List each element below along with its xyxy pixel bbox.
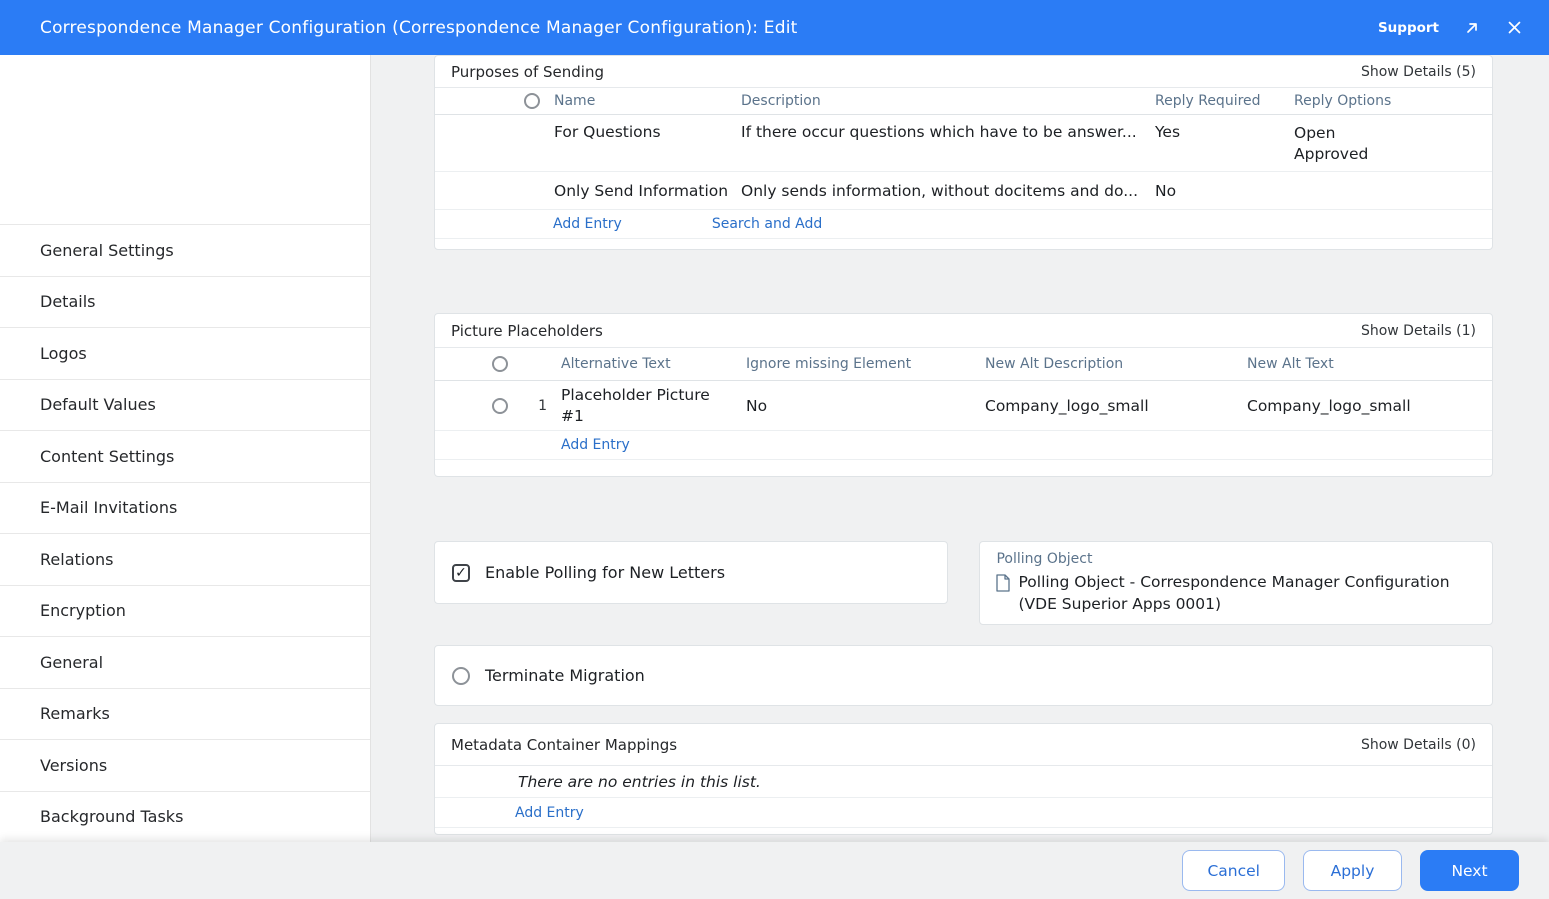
purposes-title: Purposes of Sending [451, 63, 604, 81]
placeholders-add-entry-link[interactable]: Add Entry [561, 437, 630, 453]
open-in-new-window-icon[interactable] [1463, 19, 1481, 37]
document-icon [996, 574, 1010, 596]
column-header-ignore-missing-element: Ignore missing Element [746, 356, 985, 372]
polling-object-panel: Polling Object Polling Object - Correspo… [979, 541, 1493, 625]
table-row[interactable]: For Questions If there occur questions w… [435, 115, 1492, 172]
table-row[interactable]: Only Send Information Only sends informa… [435, 172, 1492, 210]
header-actions: Support [1378, 19, 1523, 37]
sidebar-item-background-tasks[interactable]: Background Tasks [0, 792, 370, 843]
sidebar-item-remarks[interactable]: Remarks [0, 689, 370, 741]
picture-placeholders-panel: Picture Placeholders Show Details (1) Al… [434, 313, 1493, 477]
purposes-add-entry-link[interactable]: Add Entry [553, 216, 622, 232]
support-link[interactable]: Support [1378, 20, 1439, 36]
footer-bar: Cancel Apply Next [0, 842, 1549, 899]
placeholders-show-details-link[interactable]: Show Details (1) [1361, 323, 1476, 339]
body: General Settings Details Logos Default V… [0, 55, 1549, 842]
column-header-alternative-text: Alternative Text [561, 356, 746, 372]
next-button[interactable]: Next [1420, 850, 1519, 891]
polling-object-value: Polling Object - Correspondence Manager … [1018, 571, 1476, 615]
sidebar-item-email-invitations[interactable]: E-Mail Invitations [0, 483, 370, 535]
cell-name: For Questions [554, 123, 741, 141]
column-header-new-alt-text: New Alt Text [1247, 356, 1492, 372]
terminate-migration-checkbox[interactable] [452, 667, 470, 685]
table-row[interactable]: 1 Placeholder Picture #1 No Company_logo… [435, 381, 1492, 431]
column-header-reply-required: Reply Required [1155, 93, 1294, 109]
metadata-panel-header: Metadata Container Mappings Show Details… [435, 724, 1492, 766]
page-title: Correspondence Manager Configuration (Co… [40, 18, 798, 38]
purposes-show-details-link[interactable]: Show Details (5) [1361, 64, 1476, 80]
sidebar-item-details[interactable]: Details [0, 277, 370, 329]
column-header-new-alt-description: New Alt Description [985, 356, 1247, 372]
purposes-table-actions: Add Entry Search and Add [435, 210, 1492, 239]
sidebar-spacer [0, 55, 370, 225]
cell-reply-required: Yes [1155, 123, 1294, 141]
sidebar-item-encryption[interactable]: Encryption [0, 586, 370, 638]
metadata-table-actions: Add Entry [435, 798, 1492, 828]
sidebar-item-versions[interactable]: Versions [0, 740, 370, 792]
placeholders-select-all-checkbox[interactable] [492, 356, 508, 372]
close-icon[interactable] [1505, 19, 1523, 37]
polling-row: ✓ Enable Polling for New Letters Polling… [434, 541, 1493, 625]
metadata-empty-message: There are no entries in this list. [435, 766, 1492, 798]
cell-alternative-text: Placeholder Picture #1 [561, 385, 746, 427]
metadata-show-details-link[interactable]: Show Details (0) [1361, 737, 1476, 753]
cell-reply-options: Open Approved [1294, 123, 1492, 165]
polling-object-value-row[interactable]: Polling Object - Correspondence Manager … [996, 571, 1476, 615]
column-header-reply-options: Reply Options [1294, 93, 1492, 109]
purposes-panel-header: Purposes of Sending Show Details (5) [435, 56, 1492, 88]
purposes-of-sending-panel: Purposes of Sending Show Details (5) Nam… [434, 55, 1493, 250]
placeholders-column-header-row: Alternative Text Ignore missing Element … [435, 348, 1492, 381]
cell-new-alt-description: Company_logo_small [985, 397, 1247, 415]
placeholders-panel-header: Picture Placeholders Show Details (1) [435, 314, 1492, 348]
sidebar: General Settings Details Logos Default V… [0, 55, 371, 842]
purposes-column-header-row: Name Description Reply Required Reply Op… [435, 88, 1492, 115]
sidebar-item-general-settings[interactable]: General Settings [0, 225, 370, 277]
purposes-search-and-add-link[interactable]: Search and Add [712, 216, 822, 232]
cell-new-alt-text: Company_logo_small [1247, 397, 1492, 415]
sidebar-item-relations[interactable]: Relations [0, 534, 370, 586]
metadata-add-entry-link[interactable]: Add Entry [515, 805, 584, 821]
placeholders-title: Picture Placeholders [451, 322, 603, 340]
sidebar-item-general[interactable]: General [0, 637, 370, 689]
cancel-button[interactable]: Cancel [1182, 850, 1285, 891]
terminate-migration-panel: Terminate Migration [434, 645, 1493, 706]
apply-button[interactable]: Apply [1303, 850, 1402, 891]
placeholders-table-actions: Add Entry [435, 431, 1492, 460]
sidebar-item-default-values[interactable]: Default Values [0, 380, 370, 432]
row-checkbox[interactable] [492, 398, 508, 414]
enable-polling-panel: ✓ Enable Polling for New Letters [434, 541, 948, 604]
polling-object-label: Polling Object [996, 551, 1476, 567]
cell-description: If there occur questions which have to b… [741, 123, 1155, 141]
metadata-container-mappings-panel: Metadata Container Mappings Show Details… [434, 723, 1493, 835]
cell-reply-required: No [1155, 182, 1294, 200]
cell-description: Only sends information, without docitems… [741, 182, 1155, 200]
column-header-description: Description [741, 93, 1155, 109]
sidebar-item-content-settings[interactable]: Content Settings [0, 431, 370, 483]
enable-polling-label: Enable Polling for New Letters [485, 563, 725, 582]
enable-polling-checkbox[interactable]: ✓ [452, 564, 470, 582]
cell-name: Only Send Information [554, 182, 741, 200]
metadata-title: Metadata Container Mappings [451, 736, 677, 754]
terminate-migration-label: Terminate Migration [485, 666, 645, 685]
purposes-select-all-checkbox[interactable] [524, 93, 540, 109]
cell-row-number: 1 [520, 398, 561, 414]
sidebar-item-logos[interactable]: Logos [0, 328, 370, 380]
column-header-name: Name [554, 93, 741, 109]
app-header: Correspondence Manager Configuration (Co… [0, 0, 1549, 55]
app-window: Correspondence Manager Configuration (Co… [0, 0, 1549, 899]
cell-ignore-missing-element: No [746, 397, 985, 415]
main-content: Purposes of Sending Show Details (5) Nam… [371, 55, 1549, 842]
